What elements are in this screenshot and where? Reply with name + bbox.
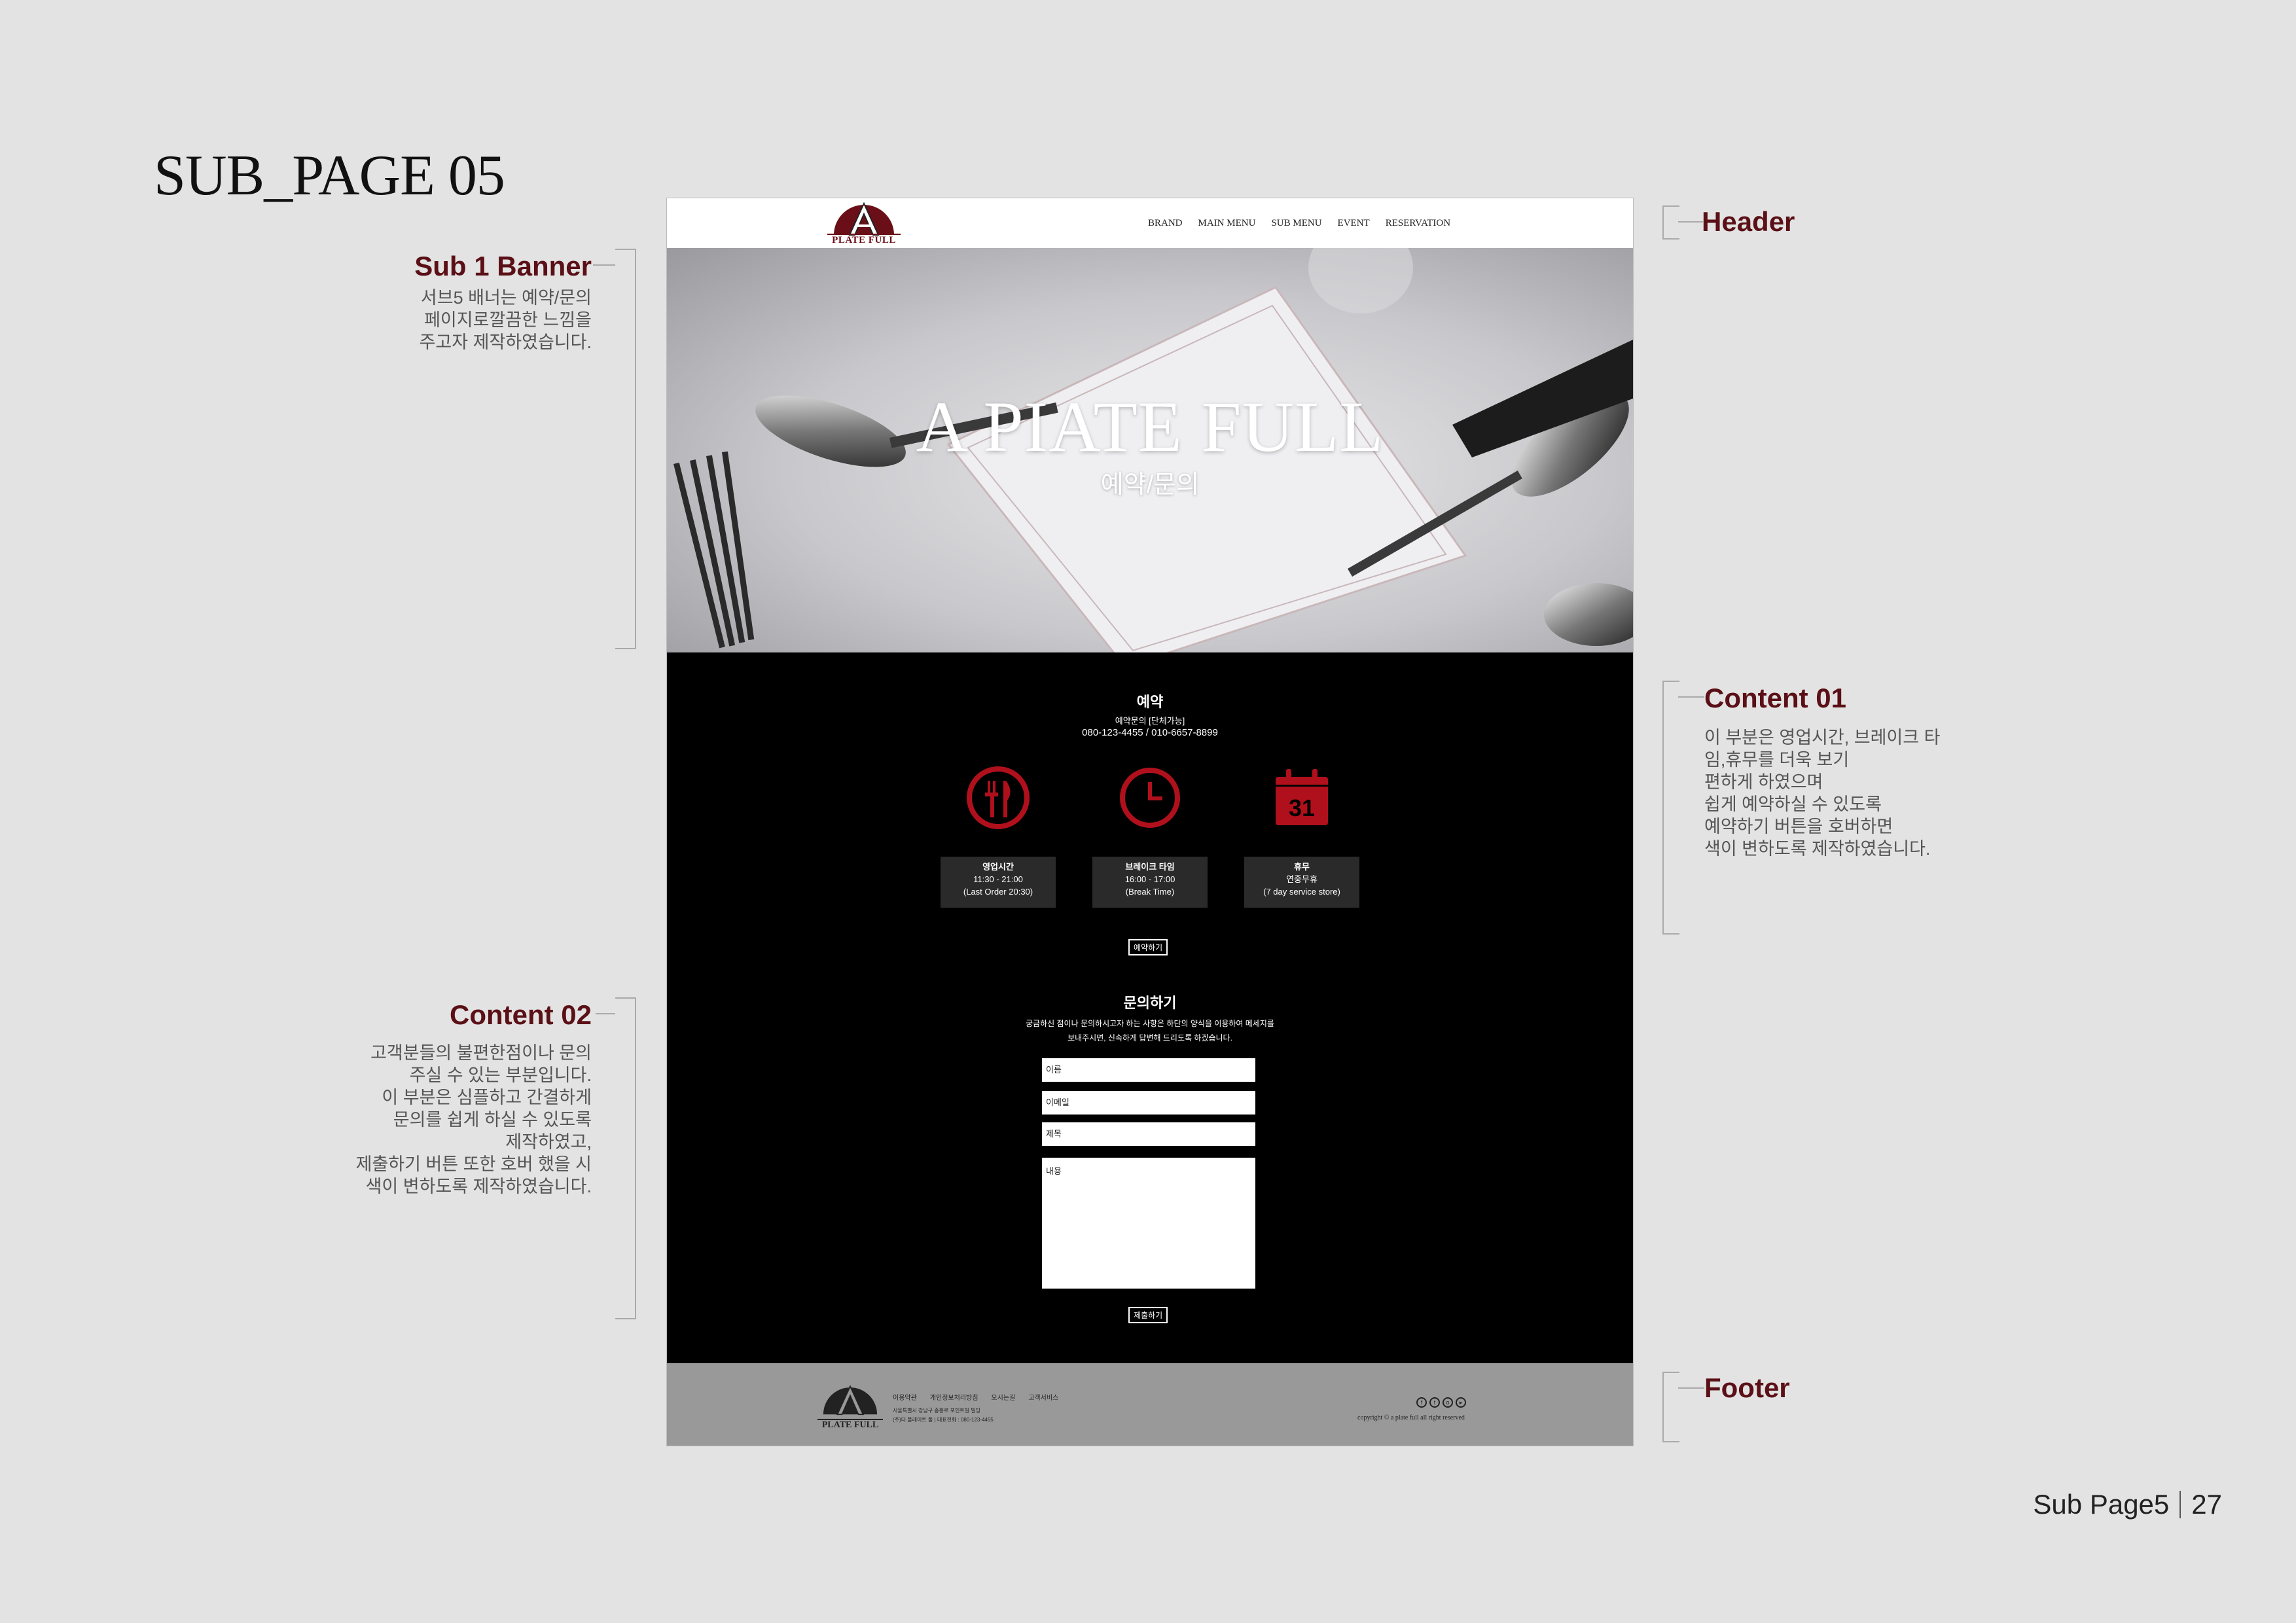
annotation-content01-title: Content 01: [1704, 683, 1847, 713]
clock-icon: [1120, 768, 1180, 828]
footer-logo[interactable]: PLATE FULL: [817, 1383, 883, 1431]
annotation-banner-title: Sub 1 Banner: [414, 251, 592, 281]
footer-link-location[interactable]: 오시는길: [991, 1392, 1015, 1402]
page-number-label: Sub Page5 27: [2033, 1489, 2222, 1520]
holiday-box: 휴무 연중무휴 (7 day service store): [1244, 857, 1359, 908]
plate-logo-icon: [834, 202, 894, 236]
annotation-content02-bracket: [615, 997, 636, 1319]
youtube-icon[interactable]: ▸: [1456, 1397, 1466, 1408]
subject-field[interactable]: 제목: [1042, 1122, 1255, 1146]
holiday-label: (7 day service store): [1263, 887, 1340, 897]
site-logo[interactable]: PLATE FULL: [827, 200, 901, 247]
calendar-icon: 31: [1276, 769, 1328, 825]
annotation-footer-bracket: [1662, 1372, 1679, 1442]
footer-plate-logo-icon: [823, 1385, 878, 1416]
annotation-footer-connector: [1678, 1387, 1704, 1389]
dining-icon: [967, 766, 1030, 829]
annotation-banner-desc: 서브5 배너는 예약/문의 페이지로깔끔한 느낌을 주고자 제작하였습니다.: [419, 288, 592, 352]
nav-event[interactable]: EVENT: [1338, 218, 1370, 229]
page-number: 27: [2191, 1489, 2222, 1520]
annotation-banner-bracket: [615, 249, 636, 649]
footer-copyright: copyright © a plate full all right reser…: [1357, 1414, 1465, 1421]
holiday-title: 휴무: [1294, 862, 1310, 872]
page-footer-label: Sub Page5: [2033, 1489, 2170, 1520]
nav-main-menu[interactable]: MAIN MENU: [1198, 218, 1256, 229]
nav-reservation[interactable]: RESERVATION: [1386, 218, 1450, 229]
nav-sub-menu[interactable]: SUB MENU: [1271, 218, 1321, 229]
sub-banner: A PIATE FULL 예약/문의: [667, 248, 1633, 652]
annotation-content02-desc: 고객분들의 불편한점이나 문의 주실 수 있는 부분입니다. 이 부분은 심플하…: [355, 1043, 592, 1196]
facebook-icon[interactable]: f: [1416, 1397, 1427, 1408]
name-field[interactable]: 이름: [1042, 1058, 1255, 1082]
content-section: 예약 예약문의 [단체가능] 080-123-4455 / 010-6657-8…: [667, 652, 1633, 1363]
annotation-content01-desc: 이 부분은 영업시간, 브레이크 타 임,휴무를 더욱 보기 편하게 하였으며 …: [1704, 728, 1941, 859]
twitter-icon[interactable]: t: [1429, 1397, 1440, 1408]
reservation-info: 예약문의 [단체가능]: [1115, 716, 1185, 726]
message-field[interactable]: 내용: [1042, 1158, 1255, 1289]
inquiry-title: 문의하기: [1123, 995, 1177, 1011]
hours-box: 영업시간 11:30 - 21:00 (Last Order 20:30): [941, 857, 1056, 908]
annotation-content02-title: Content 02: [449, 999, 592, 1030]
footer-link-service[interactable]: 고객서비스: [1028, 1392, 1058, 1402]
reserve-button[interactable]: 예약하기: [1128, 939, 1168, 955]
reservation-title: 예약: [1136, 694, 1164, 710]
footer-link-terms[interactable]: 이용약관: [893, 1392, 917, 1402]
footer-link-privacy[interactable]: 개인정보처리방침: [930, 1392, 978, 1402]
annotation-content01-connector: [1678, 696, 1704, 698]
annotation-content02-connector: [596, 1013, 615, 1014]
nav-brand[interactable]: BRAND: [1148, 218, 1183, 229]
break-title: 브레이크 타임: [1125, 862, 1175, 872]
main-nav: BRAND MAIN MENU SUB MENU EVENT RESERVATI…: [1148, 218, 1450, 229]
hours-last-order: (Last Order 20:30): [963, 887, 1033, 897]
reservation-phone: 080-123-4455 / 010-6657-8899: [1082, 727, 1218, 738]
banner-subtitle: 예약/문의: [1100, 471, 1200, 499]
annotation-footer-title: Footer: [1704, 1372, 1790, 1403]
page-title: SUB_PAGE 05: [154, 144, 505, 207]
break-label: (Break Time): [1125, 887, 1175, 897]
hours-title: 영업시간: [982, 862, 1014, 872]
footer-links: 이용약관 개인정보처리방침 오시는길 고객서비스: [893, 1392, 1058, 1402]
calendar-day: 31: [1289, 794, 1315, 821]
annotation-content01-bracket: [1662, 681, 1679, 935]
annotation-header-title: Header: [1702, 206, 1795, 237]
footer-address: 서울특별시 강남구 중흥로 포인트빌 빌딩 (주)더 플레이트 풀 | 대표전화…: [893, 1408, 994, 1423]
banner-title: A PIATE FULL: [916, 387, 1384, 467]
footer-logo-text: PLATE FULL: [817, 1419, 883, 1431]
break-time-box: 브레이크 타임 16:00 - 17:00 (Break Time): [1092, 857, 1208, 908]
hours-time: 11:30 - 21:00: [973, 874, 1023, 884]
inquiry-desc-1: 궁금하신 점이나 문의하시고자 하는 사항은 하단의 양식을 이용하여 메세지를: [1026, 1019, 1274, 1028]
email-field[interactable]: 이메일: [1042, 1091, 1255, 1115]
annotation-header-connector: [1678, 221, 1703, 223]
footer-social-icons: f t o ▸: [1416, 1397, 1466, 1408]
website-mockup: PLATE FULL BRAND MAIN MENU SUB MENU EVEN…: [666, 198, 1634, 1446]
submit-button[interactable]: 제출하기: [1128, 1307, 1168, 1323]
site-header: PLATE FULL BRAND MAIN MENU SUB MENU EVEN…: [667, 198, 1633, 249]
annotation-banner-connector: [593, 264, 615, 266]
site-footer: PLATE FULL 이용약관 개인정보처리방침 오시는길 고객서비스 서울특별…: [667, 1363, 1633, 1446]
break-time: 16:00 - 17:00: [1124, 874, 1175, 884]
instagram-icon[interactable]: o: [1443, 1397, 1453, 1408]
annotation-header-bracket: [1662, 205, 1679, 240]
holiday-text: 연중무휴: [1286, 874, 1318, 884]
page-number-divider: [2179, 1491, 2181, 1518]
logo-text: PLATE FULL: [827, 234, 901, 246]
inquiry-desc-2: 보내주시면, 신속하게 답변해 드리도록 하겠습니다.: [1067, 1033, 1232, 1043]
